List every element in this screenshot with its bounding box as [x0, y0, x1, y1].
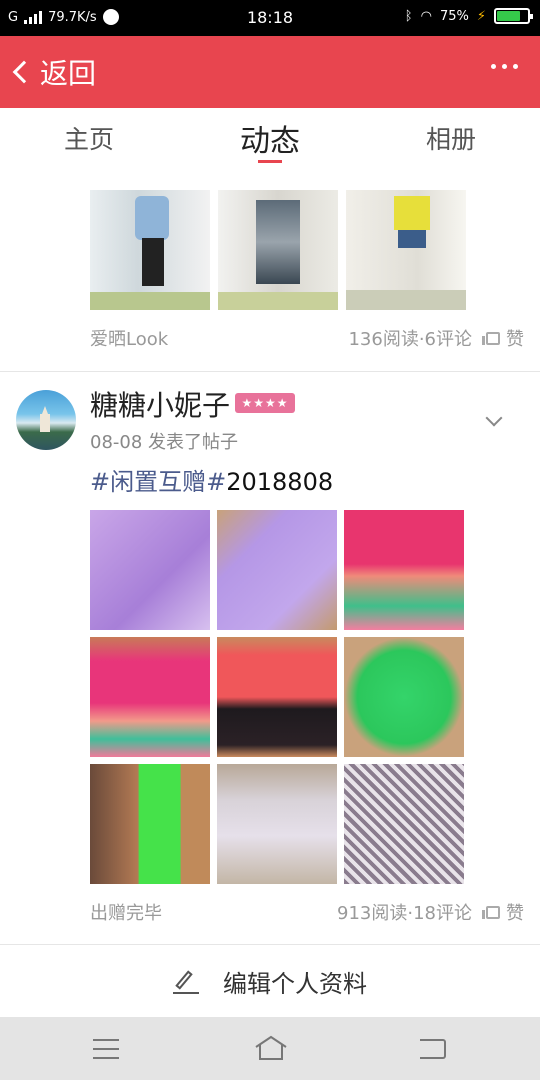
app-header: 返回: [0, 36, 540, 108]
post-tag[interactable]: 出赠完毕: [90, 899, 337, 925]
battery-percent: 75%: [439, 8, 469, 24]
like-label: 赞: [506, 329, 524, 350]
status-right: ᛒ ◠ 75% ⚡: [404, 8, 533, 24]
post-meta: 08-08 发表了帖子: [90, 432, 239, 453]
post-stats: 136阅读·6评论: [348, 329, 472, 350]
post-photo[interactable]: [344, 510, 464, 630]
chevron-down-icon[interactable]: [485, 409, 503, 427]
post-photo[interactable]: [344, 764, 464, 884]
post-title-text: 2018808: [226, 468, 334, 496]
post-photo[interactable]: [217, 510, 337, 630]
profile-tabs: 主页 动态 相册: [0, 108, 540, 166]
active-tab-indicator: [258, 160, 282, 163]
thumbs-up-icon: [482, 905, 500, 919]
post-stats: 913阅读·18评论: [337, 903, 472, 924]
post-tag[interactable]: 爱晒Look: [90, 325, 348, 351]
post-photo[interactable]: [90, 510, 210, 630]
post-photo[interactable]: [90, 764, 210, 884]
pencil-icon: [173, 968, 199, 994]
post-photo-grid: [90, 190, 466, 310]
divider: [0, 371, 540, 372]
home-icon[interactable]: [254, 1035, 288, 1061]
like-label: 赞: [506, 903, 524, 924]
post-photo[interactable]: [90, 637, 210, 757]
post-photo-grid: [90, 510, 464, 884]
bluetooth-icon: ᛒ: [404, 8, 413, 24]
post-photo[interactable]: [217, 637, 337, 757]
chevron-left-icon: [12, 60, 36, 84]
menu-icon[interactable]: [93, 1039, 119, 1066]
username[interactable]: 糖糖小妮子: [90, 384, 230, 424]
tab-home[interactable]: 主页: [64, 120, 114, 156]
edit-profile-button[interactable]: 编辑个人资料: [0, 945, 540, 1017]
post-photo[interactable]: [217, 764, 337, 884]
status-bar: G 79.7K/s 18:18 ᛒ ◠ 75% ⚡: [0, 0, 540, 36]
tab-activity[interactable]: 动态: [240, 116, 300, 160]
post-photo[interactable]: [346, 190, 466, 310]
edit-profile-label: 编辑个人资料: [223, 969, 367, 998]
battery-icon: [494, 8, 533, 24]
more-options-icon[interactable]: [491, 64, 518, 69]
back-button[interactable]: 返回: [10, 52, 96, 92]
like-button[interactable]: 赞: [482, 899, 524, 925]
system-nav-bar: [0, 1017, 540, 1080]
like-button[interactable]: 赞: [482, 325, 524, 351]
post-hashtag[interactable]: #闲置互赠#: [90, 468, 226, 496]
post-footer: 出赠完毕 913阅读·18评论 赞: [90, 898, 524, 926]
post-photo[interactable]: [218, 190, 338, 310]
tab-album[interactable]: 相册: [426, 120, 476, 156]
avatar[interactable]: [16, 390, 76, 450]
post-footer: 爱晒Look 136阅读·6评论 赞: [90, 324, 524, 352]
post-photo[interactable]: [344, 637, 464, 757]
thumbs-up-icon: [482, 331, 500, 345]
post-photo[interactable]: [90, 190, 210, 310]
level-badge: ★★★★: [235, 393, 295, 413]
back-label: 返回: [40, 57, 97, 90]
back-nav-icon[interactable]: [420, 1039, 446, 1059]
wifi-icon: ◠: [420, 8, 432, 24]
charging-icon: ⚡: [476, 8, 486, 24]
post-title[interactable]: #闲置互赠#2018808: [90, 462, 333, 497]
